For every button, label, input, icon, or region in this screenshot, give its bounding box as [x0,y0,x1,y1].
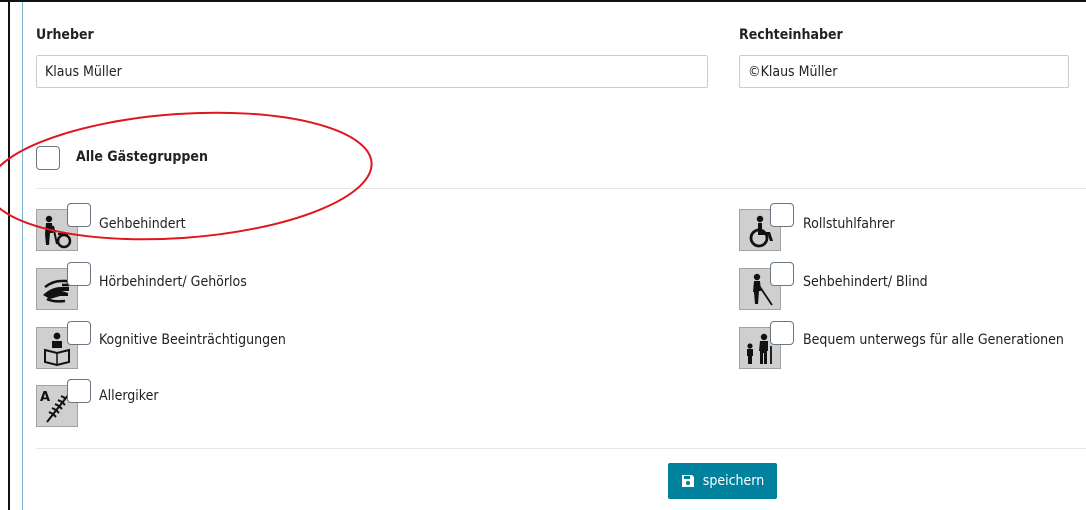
checkbox-hearing-impaired[interactable] [67,262,91,286]
svg-text:A: A [40,390,50,405]
save-button-label: speichern [702,473,765,489]
section-divider [36,188,1086,189]
checkbox-wheelchair[interactable] [770,203,794,227]
rights-holder-input[interactable] [739,55,1069,88]
floppy-disk-icon [681,474,695,488]
group-label-hearing-impaired: Hörbehindert/ Gehörlos [99,274,247,290]
author-input[interactable] [36,55,708,88]
all-groups-label: Alle Gästegruppen [76,149,208,165]
group-label-visually-impaired: Sehbehindert/ Blind [803,274,928,290]
panel-border [22,2,23,510]
save-button[interactable]: speichern [668,463,777,499]
checkbox-visually-impaired[interactable] [770,262,794,286]
checkbox-cognitive[interactable] [67,321,91,345]
window-frame-top [0,0,1086,2]
group-label-allergy: Allergiker [99,388,159,404]
rights-holder-label: Rechteinhaber [739,27,843,43]
author-label: Urheber [36,27,94,43]
group-label-walking-impaired: Gehbehindert [99,216,186,232]
window-frame-left [8,0,10,510]
checkbox-generations[interactable] [770,321,794,345]
group-label-generations: Bequem unterwegs für alle Generationen [803,332,1064,348]
all-groups-checkbox[interactable] [36,146,60,170]
footer-divider [36,448,1086,449]
checkbox-allergy[interactable] [67,379,91,403]
checkbox-walking-impaired[interactable] [67,203,91,227]
group-label-wheelchair: Rollstuhlfahrer [803,216,895,232]
group-label-cognitive: Kognitive Beeinträchtigungen [99,332,286,348]
